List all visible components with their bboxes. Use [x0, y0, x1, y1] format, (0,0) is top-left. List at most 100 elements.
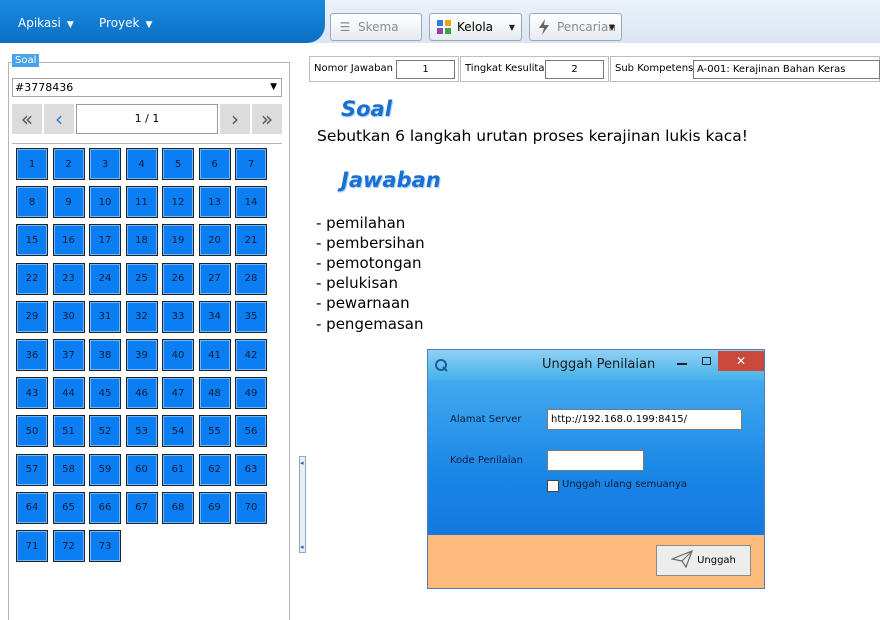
question-number-button[interactable]: 46	[125, 377, 158, 410]
menu-proyek[interactable]: Proyek ▼	[99, 16, 152, 30]
maximize-button[interactable]	[694, 351, 718, 371]
question-number-button[interactable]: 34	[198, 300, 231, 333]
question-number-button[interactable]: 47	[162, 377, 194, 410]
question-number-button[interactable]: 32	[125, 300, 158, 333]
question-number-button[interactable]: 24	[89, 262, 121, 295]
question-number-button[interactable]: 50	[16, 415, 48, 448]
question-number-button[interactable]: 65	[52, 491, 85, 524]
question-number-button[interactable]: 9	[52, 186, 85, 219]
question-number-button[interactable]: 37	[52, 339, 85, 371]
question-number-button[interactable]: 11	[125, 186, 158, 219]
unggah-button[interactable]: Unggah	[656, 545, 751, 576]
skema-label: Skema	[358, 20, 399, 34]
question-number-button[interactable]: 16	[52, 224, 85, 257]
question-number-button[interactable]: 10	[89, 186, 121, 219]
question-number-button[interactable]: 36	[16, 339, 48, 371]
question-number-button[interactable]: 70	[235, 491, 267, 524]
nomor-jawaban-field[interactable]: 1	[396, 60, 455, 79]
menu-aplikasi[interactable]: Apikasi ▼	[18, 16, 74, 30]
question-number-button[interactable]: 17	[89, 224, 121, 257]
question-number-button[interactable]: 18	[125, 224, 158, 257]
question-number-button[interactable]: 45	[89, 377, 121, 410]
question-number-button[interactable]: 43	[16, 377, 48, 410]
question-number-button[interactable]: 72	[52, 530, 85, 562]
kelola-dropdown[interactable]: Kelola ▼	[429, 13, 522, 41]
question-number-button[interactable]: 14	[235, 186, 267, 219]
question-number-button[interactable]: 41	[198, 339, 231, 371]
first-page-button[interactable]: «	[12, 104, 42, 134]
alamat-server-input[interactable]: http://192.168.0.199:8415/	[547, 409, 742, 430]
question-id-select[interactable]: #3778436 ▼	[12, 78, 282, 97]
question-number-button[interactable]: 6	[198, 148, 231, 180]
kode-penilaian-input[interactable]	[547, 450, 644, 471]
question-number-button[interactable]: 30	[52, 300, 85, 333]
question-number-button[interactable]: 7	[235, 148, 267, 180]
question-number-button[interactable]: 52	[89, 415, 121, 448]
question-number-button[interactable]: 3	[89, 148, 121, 180]
question-number-button[interactable]: 57	[16, 453, 48, 486]
pagination-bar: « ‹ 1 / 1 › »	[12, 102, 282, 136]
unggah-ulang-checkbox[interactable]	[547, 480, 559, 492]
question-number-button[interactable]: 21	[235, 224, 267, 257]
question-number-button[interactable]: 56	[235, 415, 267, 448]
question-number-button[interactable]: 54	[162, 415, 194, 448]
question-number-button[interactable]: 42	[235, 339, 267, 371]
question-number-button[interactable]: 26	[162, 262, 194, 295]
question-number-button[interactable]: 2	[52, 148, 85, 180]
question-number-button[interactable]: 27	[198, 262, 231, 295]
tingkat-kesulitan-field[interactable]: 2	[545, 60, 604, 79]
minimize-button[interactable]	[670, 351, 694, 371]
question-number-button[interactable]: 8	[16, 186, 48, 219]
question-info-row: Nomor Jawaban 1 Tingkat Kesulitan 2 Sub …	[309, 56, 880, 82]
question-number-button[interactable]: 4	[125, 148, 158, 180]
pencarian-dropdown[interactable]: Pencarian ▼	[529, 13, 622, 41]
question-number-button[interactable]: 48	[198, 377, 231, 410]
close-button[interactable]: ✕	[718, 351, 764, 371]
sub-kompetensi-field[interactable]: A-001: Kerajinan Bahan Keras	[693, 60, 880, 79]
question-number-button[interactable]: 49	[235, 377, 267, 410]
question-number-button[interactable]: 35	[235, 300, 267, 333]
question-number-button[interactable]: 28	[235, 262, 267, 295]
question-number-button[interactable]: 31	[89, 300, 121, 333]
question-number-button[interactable]: 40	[162, 339, 194, 371]
question-number-button[interactable]: 61	[162, 453, 194, 486]
skema-button[interactable]: ☰ Skema	[330, 13, 422, 41]
question-number-button[interactable]: 15	[16, 224, 48, 257]
question-number-button[interactable]: 29	[16, 300, 48, 333]
question-number-button[interactable]: 38	[89, 339, 121, 371]
question-number-button[interactable]: 69	[198, 491, 231, 524]
question-number-button[interactable]: 33	[162, 300, 194, 333]
next-page-button[interactable]: ›	[220, 104, 250, 134]
question-number-button[interactable]: 55	[198, 415, 231, 448]
question-number-button[interactable]: 60	[125, 453, 158, 486]
question-number-button[interactable]: 63	[235, 453, 267, 486]
question-number-button[interactable]: 25	[125, 262, 158, 295]
question-number-button[interactable]: 58	[52, 453, 85, 486]
question-number-button[interactable]: 71	[16, 530, 48, 562]
question-number-button[interactable]: 66	[89, 491, 121, 524]
question-number-button[interactable]: 12	[162, 186, 194, 219]
question-number-button[interactable]: 20	[198, 224, 231, 257]
dialog-title-bar[interactable]: Unggah Penilaian ✕	[428, 350, 764, 380]
question-number-button[interactable]: 62	[198, 453, 231, 486]
last-page-button[interactable]: »	[252, 104, 282, 134]
question-number-button[interactable]: 5	[162, 148, 194, 180]
question-number-button[interactable]: 23	[52, 262, 85, 295]
question-number-button[interactable]: 59	[89, 453, 121, 486]
question-number-button[interactable]: 73	[89, 530, 121, 562]
question-number-button[interactable]: 1	[16, 148, 48, 180]
question-number-button[interactable]: 39	[125, 339, 158, 371]
question-number-button[interactable]: 22	[16, 262, 48, 295]
question-number-button[interactable]: 19	[162, 224, 194, 257]
question-number-button[interactable]: 44	[52, 377, 85, 410]
chevron-down-icon: ▼	[66, 20, 74, 30]
question-number-button[interactable]: 64	[16, 491, 48, 524]
question-id-value: #3778436	[15, 81, 74, 94]
question-number-button[interactable]: 68	[162, 491, 194, 524]
question-number-button[interactable]: 53	[125, 415, 158, 448]
question-number-button[interactable]: 51	[52, 415, 85, 448]
question-number-button[interactable]: 67	[125, 491, 158, 524]
previous-page-button[interactable]: ‹	[44, 104, 74, 134]
panel-splitter[interactable]: ◂ ◂	[299, 456, 306, 553]
question-number-button[interactable]: 13	[198, 186, 231, 219]
